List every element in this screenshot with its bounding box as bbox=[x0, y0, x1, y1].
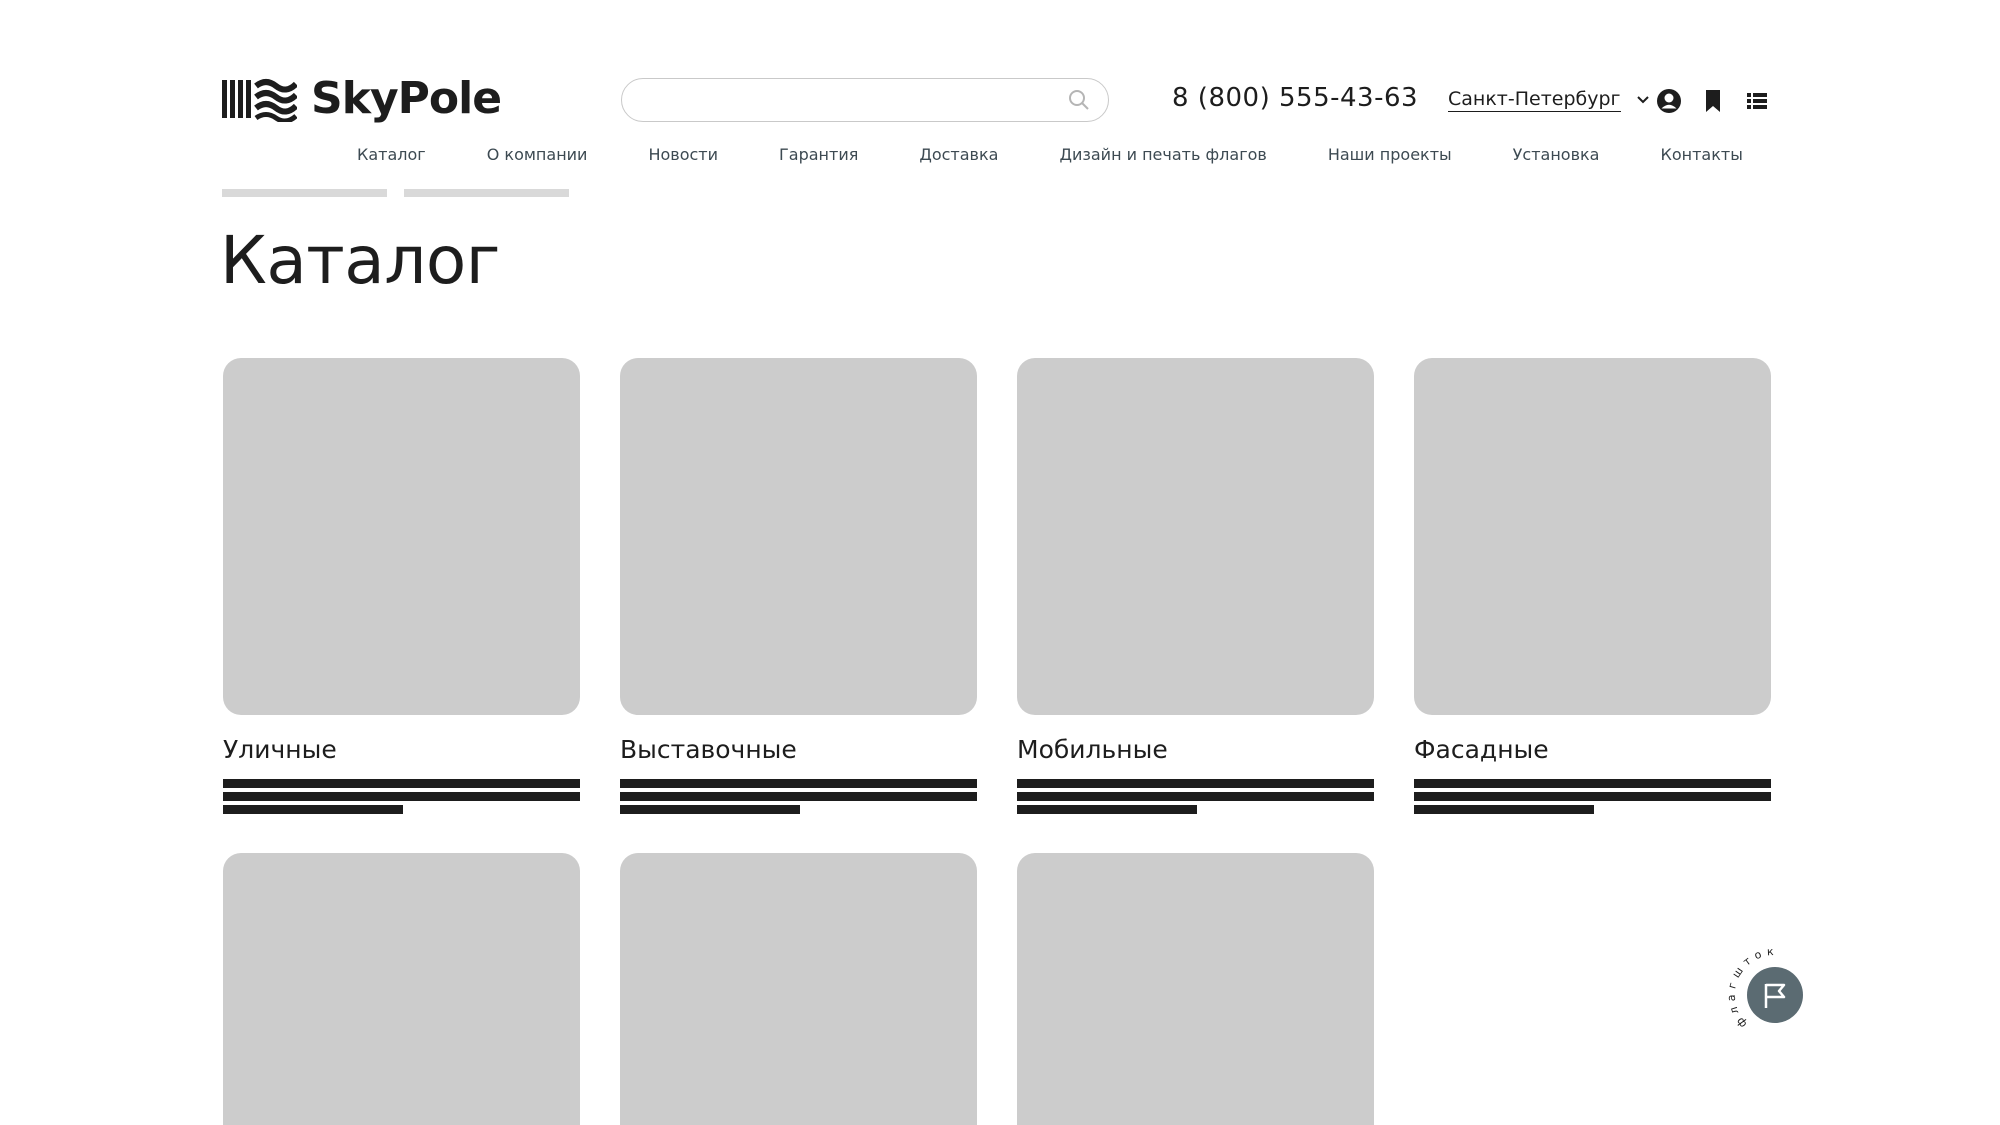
page-title: Каталог bbox=[220, 222, 500, 299]
nav-item-warranty[interactable]: Гарантия bbox=[779, 145, 858, 164]
breadcrumb-placeholder bbox=[404, 189, 569, 197]
card-image-placeholder bbox=[1017, 853, 1374, 1125]
breadcrumb-placeholder bbox=[222, 189, 387, 197]
card-text-placeholder bbox=[1017, 779, 1374, 814]
nav-item-about[interactable]: О компании bbox=[487, 145, 588, 164]
catalog-card[interactable]: Выставочные bbox=[620, 358, 977, 818]
catalog-card[interactable] bbox=[620, 853, 977, 1125]
bookmark-icon[interactable] bbox=[1700, 88, 1726, 114]
nav-item-delivery[interactable]: Доставка bbox=[919, 145, 998, 164]
search-icon[interactable] bbox=[1068, 89, 1090, 111]
card-image-placeholder bbox=[223, 853, 580, 1125]
main-nav: Каталог О компании Новости Гарантия Дост… bbox=[357, 145, 1743, 164]
logo-mark-icon bbox=[222, 79, 297, 122]
catalog-card[interactable]: Уличные bbox=[223, 358, 580, 818]
nav-item-flag-design[interactable]: Дизайн и печать флагов bbox=[1059, 145, 1266, 164]
list-menu-icon[interactable] bbox=[1744, 88, 1770, 114]
search-input[interactable] bbox=[640, 85, 1054, 117]
nav-item-catalog[interactable]: Каталог bbox=[357, 145, 426, 164]
card-title: Фасадные bbox=[1414, 735, 1549, 764]
flagpoles-fab-button[interactable]: флагштоки bbox=[1720, 940, 1830, 1050]
city-label: Санкт-Петербург bbox=[1448, 88, 1621, 112]
catalog-card[interactable]: Мобильные bbox=[1017, 358, 1374, 818]
nav-item-contacts[interactable]: Контакты bbox=[1660, 145, 1742, 164]
nav-item-news[interactable]: Новости bbox=[648, 145, 718, 164]
catalog-card[interactable]: Фасадные bbox=[1414, 358, 1771, 818]
card-title: Уличные bbox=[223, 735, 337, 764]
card-title: Мобильные bbox=[1017, 735, 1168, 764]
city-selector[interactable]: Санкт-Петербург bbox=[1448, 88, 1651, 112]
user-account-icon[interactable] bbox=[1656, 88, 1682, 114]
card-image-placeholder bbox=[1414, 358, 1771, 715]
card-text-placeholder bbox=[1414, 779, 1771, 814]
nav-item-installation[interactable]: Установка bbox=[1513, 145, 1600, 164]
chevron-down-icon bbox=[1636, 96, 1649, 104]
card-image-placeholder bbox=[1017, 358, 1374, 715]
card-text-placeholder bbox=[223, 779, 580, 814]
catalog-card[interactable] bbox=[223, 853, 580, 1125]
phone-link[interactable]: 8 (800) 555-43-63 bbox=[1172, 83, 1418, 113]
card-image-placeholder bbox=[620, 853, 977, 1125]
card-title: Выставочные bbox=[620, 735, 797, 764]
catalog-card[interactable] bbox=[1017, 853, 1374, 1125]
search-box bbox=[621, 78, 1109, 122]
card-image-placeholder bbox=[223, 358, 580, 715]
nav-item-projects[interactable]: Наши проекты bbox=[1328, 145, 1452, 164]
card-text-placeholder bbox=[620, 779, 977, 814]
logo[interactable]: SkyPole bbox=[222, 73, 502, 124]
page: SkyPole 8 (800) 555-43-63 Санкт-Петербур… bbox=[0, 0, 2000, 1125]
logo-text: SkyPole bbox=[311, 73, 502, 124]
card-image-placeholder bbox=[620, 358, 977, 715]
